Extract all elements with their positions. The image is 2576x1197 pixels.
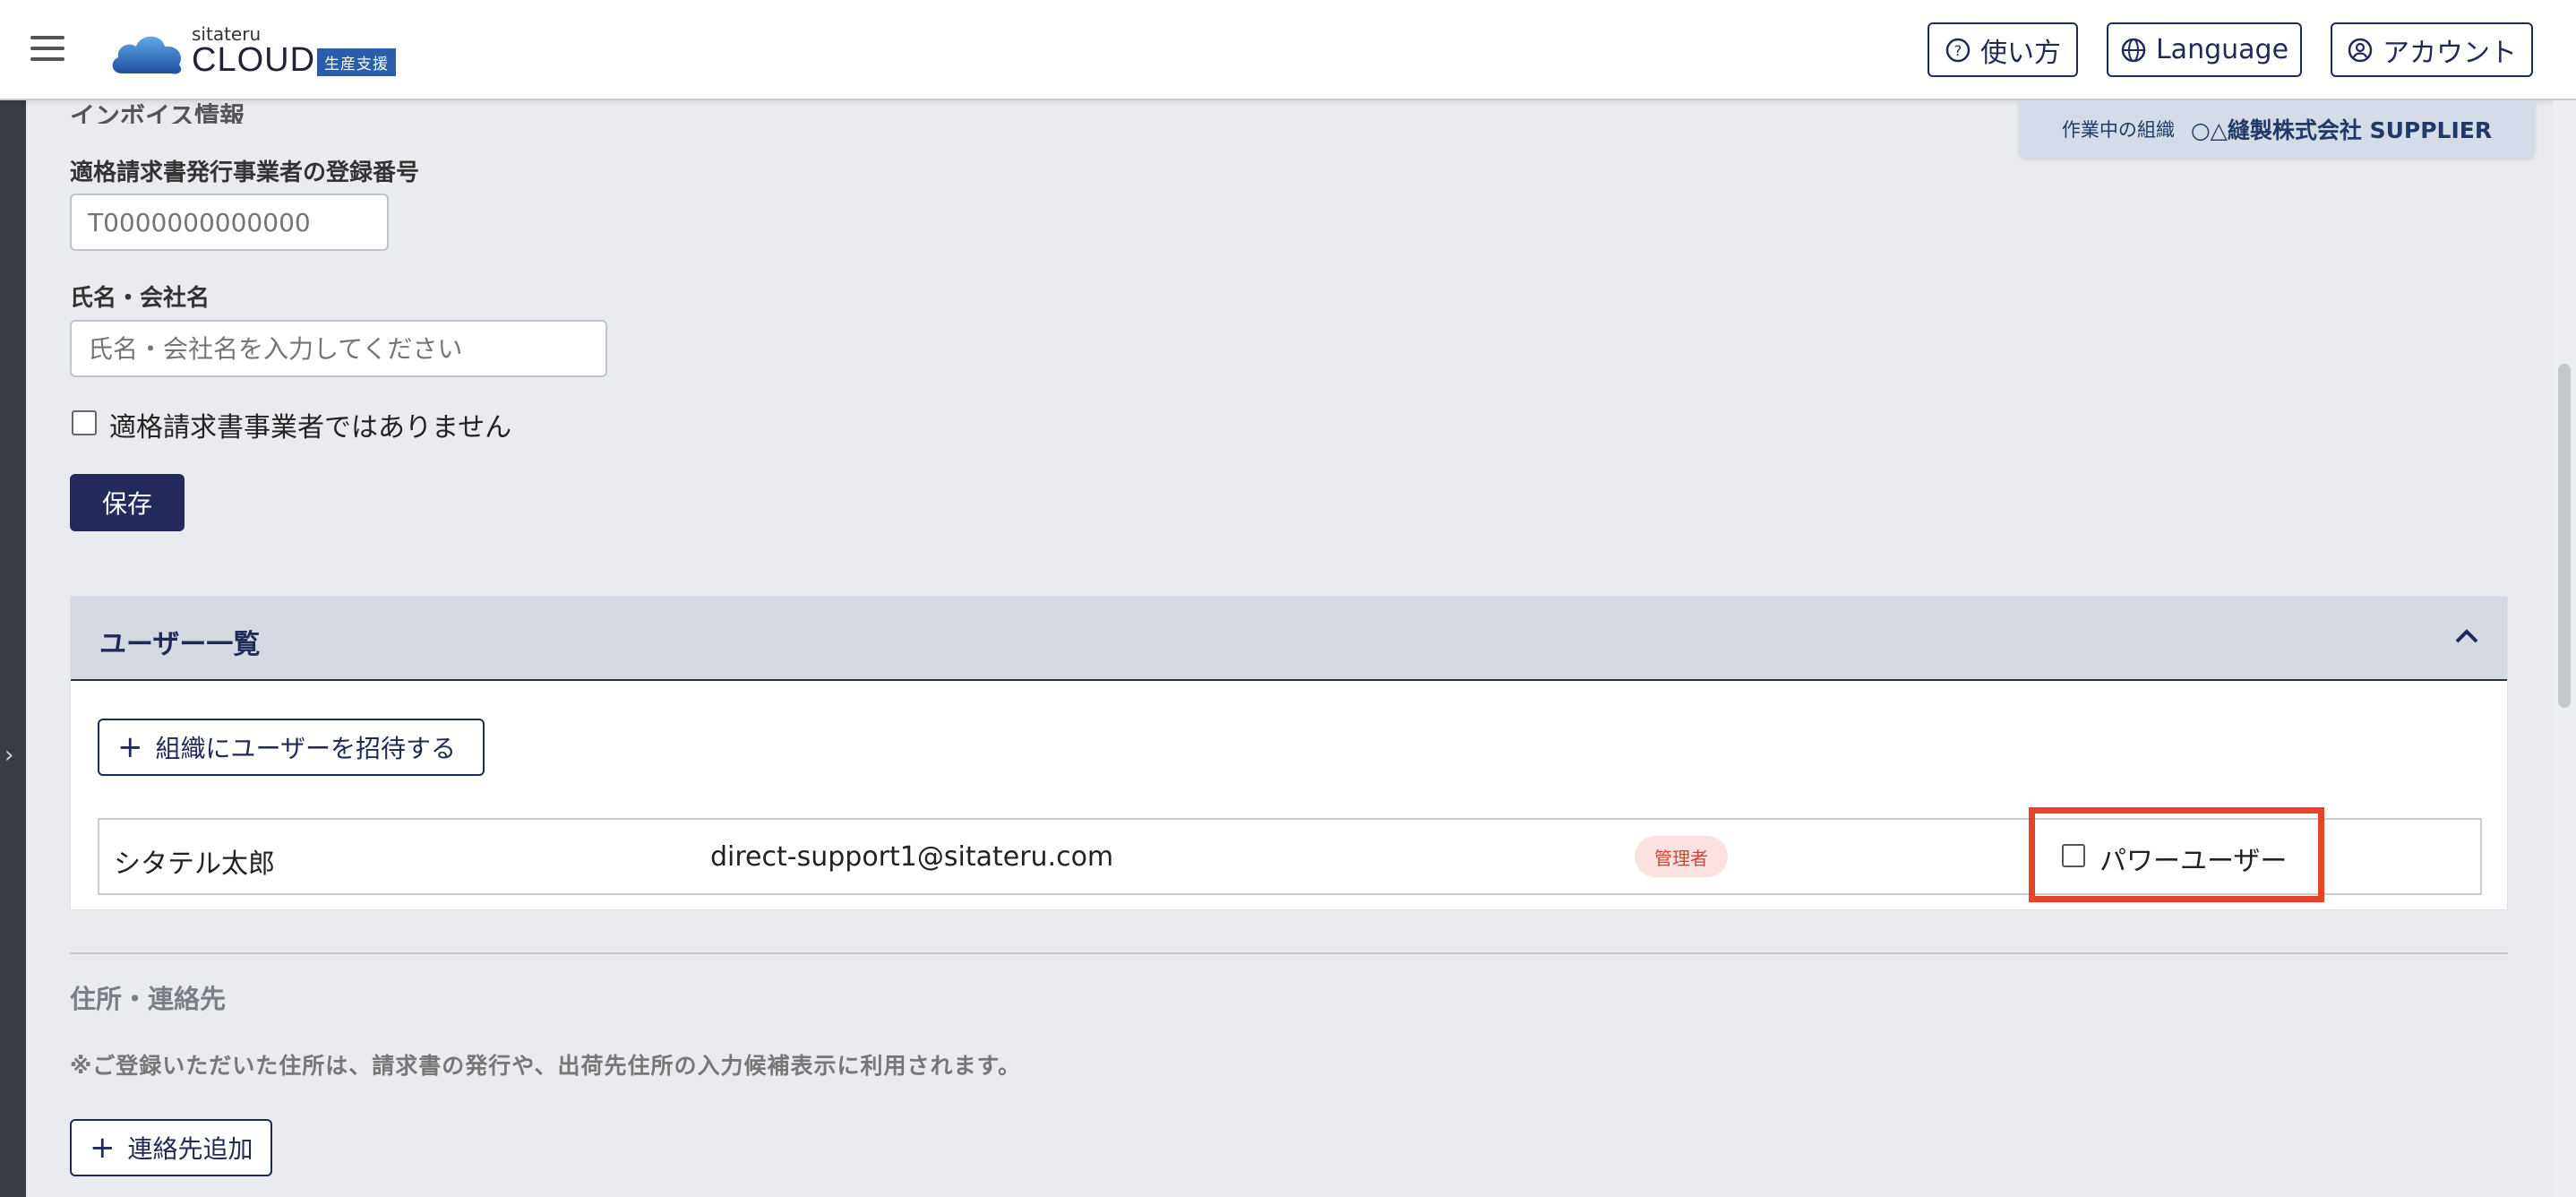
power-user-label[interactable]: パワーユーザー: [2099, 839, 2287, 878]
invite-user-label: 組織にユーザーを招待する: [155, 734, 456, 763]
logo[interactable]: sitateru CLOUD 生産支援: [109, 23, 414, 79]
save-button[interactable]: 保存: [70, 474, 185, 531]
invite-user-button[interactable]: + 組織にユーザーを招待する: [98, 719, 485, 776]
chevron-up-icon[interactable]: [2451, 622, 2482, 652]
menu-icon[interactable]: [30, 36, 64, 63]
logo-badge: 生産支援: [317, 48, 396, 76]
reg-number-input[interactable]: [70, 194, 389, 251]
add-contact-button[interactable]: + 連絡先追加: [70, 1119, 272, 1176]
users-panel: ユーザー一覧 + 組織にユーザーを招待する シタテル太郎 direct-supp…: [70, 596, 2508, 910]
plus-icon: +: [117, 729, 143, 765]
globe-icon: [2121, 38, 2146, 62]
user-email: direct-support1@sitateru.com: [710, 841, 1114, 873]
account-button[interactable]: アカウント: [2331, 22, 2533, 77]
help-label: 使い方: [1980, 37, 2061, 69]
company-name-input[interactable]: [70, 320, 607, 377]
reg-number-label: 適格請求書発行事業者の登録番号: [70, 159, 420, 186]
app-header: sitateru CLOUD 生産支援 ? 使い方 Language アカウント: [0, 0, 2576, 100]
section-divider: [70, 952, 2508, 954]
user-row: シタテル太郎 direct-support1@sitateru.com 管理者 …: [98, 807, 2482, 902]
working-org-tab: 作業中の組織 ○△縫製株式会社 SUPPLIER: [2019, 100, 2535, 158]
working-org-label: 作業中の組織: [2061, 119, 2175, 141]
power-user-highlight: パワーユーザー: [2029, 807, 2324, 902]
working-org-name: ○△縫製株式会社 SUPPLIER: [2190, 117, 2493, 143]
left-rail[interactable]: ›: [0, 100, 26, 1197]
scrollbar[interactable]: [2553, 100, 2576, 1197]
plus-icon: +: [90, 1130, 116, 1166]
help-button[interactable]: ? 使い方: [1928, 22, 2078, 77]
account-icon: [2348, 38, 2373, 62]
user-name: シタテル太郎: [114, 848, 275, 880]
cloud-logo-icon: [112, 36, 182, 74]
logo-big-text: CLOUD: [192, 41, 316, 79]
language-button[interactable]: Language: [2107, 22, 2302, 77]
users-panel-header[interactable]: ユーザー一覧: [71, 597, 2507, 681]
add-contact-label: 連絡先追加: [127, 1134, 253, 1164]
users-panel-title: ユーザー一覧: [99, 629, 261, 660]
help-icon: ?: [1945, 38, 1971, 62]
account-label: アカウント: [2383, 37, 2517, 69]
chevron-right-icon[interactable]: ›: [4, 742, 13, 769]
company-name-label: 氏名・会社名: [70, 285, 210, 312]
not-registered-checkbox[interactable]: [72, 410, 97, 435]
address-note: ※ご登録いただいた住所は、請求書の発行や、出荷先住所の入力候補表示に利用されます…: [70, 1053, 1022, 1079]
invoice-section-title: インボイス情報: [70, 101, 245, 124]
power-user-checkbox[interactable]: [2062, 844, 2085, 867]
address-section-title: 住所・連絡先: [70, 984, 227, 1014]
scrollbar-thumb[interactable]: [2558, 364, 2571, 708]
not-registered-label[interactable]: 適格請求書事業者ではありません: [109, 405, 511, 444]
language-label: Language: [2155, 34, 2289, 65]
svg-text:?: ?: [1954, 42, 1962, 59]
role-badge: 管理者: [1635, 836, 1728, 877]
